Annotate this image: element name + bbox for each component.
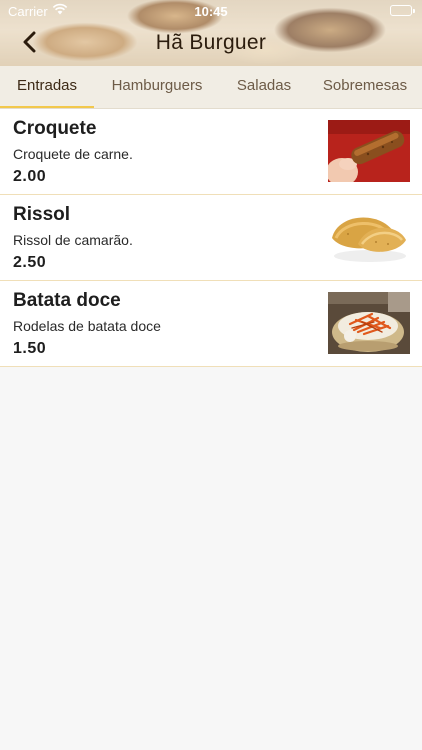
item-price: 1.50 [13,340,47,357]
tab-sobremesas[interactable]: Sobremesas [308,66,422,108]
list-item[interactable]: Croquete Croquete de carne. 2.00 [0,109,422,195]
tab-label: Saladas [236,77,292,94]
status-bar: Carrier 10:45 [0,0,422,22]
page-title: Hã Burguer [155,31,267,54]
item-photo-croquete [328,120,410,182]
status-time: 10:45 [194,4,228,19]
tab-saladas[interactable]: Saladas [220,66,308,108]
menu-list: Croquete Croquete de carne. 2.00 Rissol … [0,109,422,367]
tab-label: Sobremesas [322,77,408,94]
tab-entradas[interactable]: Entradas [0,66,94,108]
item-name: Batata doce [13,290,121,311]
battery-icon [390,5,415,16]
item-description: Croquete de carne. [13,146,133,162]
navigation-bar: Hã Burguer [0,22,422,66]
item-description: Rissol de camarão. [13,232,133,248]
category-tabs: Entradas Hamburguers Saladas Sobremesas [0,66,422,109]
tab-label: Hamburguers [111,77,203,94]
item-description: Rodelas de batata doce [13,318,161,334]
list-item[interactable]: Batata doce Rodelas de batata doce 1.50 [0,281,422,367]
item-photo-rissol [328,206,410,268]
item-name: Rissol [13,204,71,225]
tab-label: Entradas [16,77,78,94]
item-price: 2.50 [13,254,47,271]
item-price: 2.00 [13,168,47,185]
item-name: Croquete [13,118,97,139]
tab-hamburguers[interactable]: Hamburguers [94,66,220,108]
item-photo-batata-doce [328,292,410,354]
list-item[interactable]: Rissol Rissol de camarão. 2.50 [0,195,422,281]
